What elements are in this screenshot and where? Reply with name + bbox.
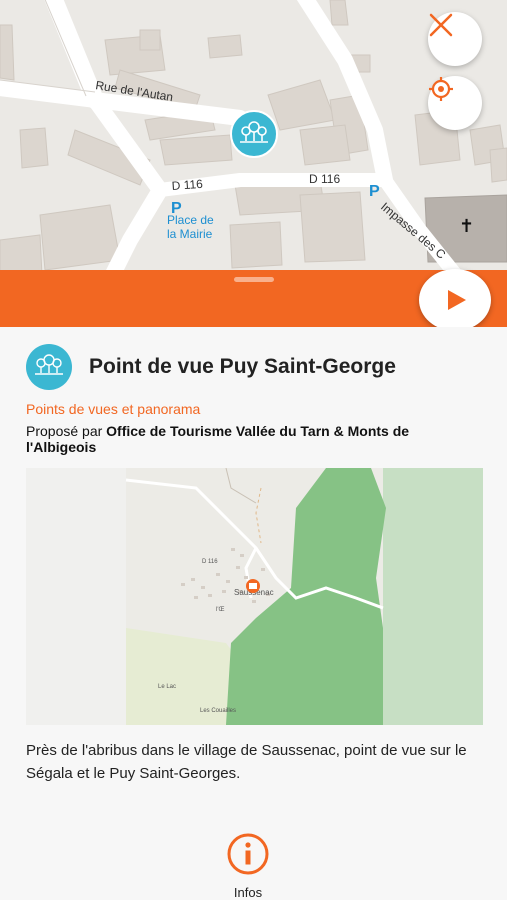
locate-button[interactable] <box>428 76 482 130</box>
minimap-couailles-label: Les Couailles <box>200 708 236 714</box>
poi-logo <box>26 344 72 390</box>
minimap-marker <box>246 579 260 593</box>
church-icon: ✝ <box>459 216 474 237</box>
place-label-line2: la Mairie <box>167 227 213 241</box>
poi-title: Point de vue Puy Saint-George <box>89 355 396 378</box>
trees-icon <box>35 354 63 375</box>
road-label-d116-left: D 116 <box>171 177 203 193</box>
minimap-lac-label: Le Lac <box>158 684 176 690</box>
close-button[interactable] <box>428 12 482 66</box>
place-label-line1: Place de <box>167 213 214 227</box>
minimap-canvas: D 116 Saussenac Le Lac Les Couailles l'Œ <box>26 468 483 725</box>
poi-provider: Proposé par Office de Tourisme Vallée du… <box>26 423 446 455</box>
poi-minimap[interactable]: D 116 Saussenac Le Lac Les Couailles l'Œ <box>26 468 483 725</box>
crosshair-icon <box>429 77 453 101</box>
poi-description: Près de l'abribus dans le village de Sau… <box>26 742 467 782</box>
play-button[interactable] <box>419 269 491 331</box>
map-view[interactable]: Rue de l'Autan D 116 D 116 P P Place de … <box>0 0 507 275</box>
tab-infos-label: Infos <box>233 885 263 900</box>
close-icon <box>429 13 453 37</box>
drag-handle[interactable] <box>234 277 274 282</box>
poi-category: Points de vues et panorama <box>26 401 201 417</box>
poi-marker[interactable] <box>230 110 278 158</box>
provider-prefix: Proposé par <box>26 423 107 439</box>
parking-symbol-right: P <box>369 183 380 200</box>
minimap-small-label: l'Œ <box>216 607 224 613</box>
info-icon <box>227 833 269 875</box>
road-label-d116-right: D 116 <box>309 172 340 186</box>
tab-infos[interactable]: Infos <box>216 830 280 900</box>
play-icon <box>448 290 466 310</box>
minimap-road-label: D 116 <box>202 559 218 565</box>
